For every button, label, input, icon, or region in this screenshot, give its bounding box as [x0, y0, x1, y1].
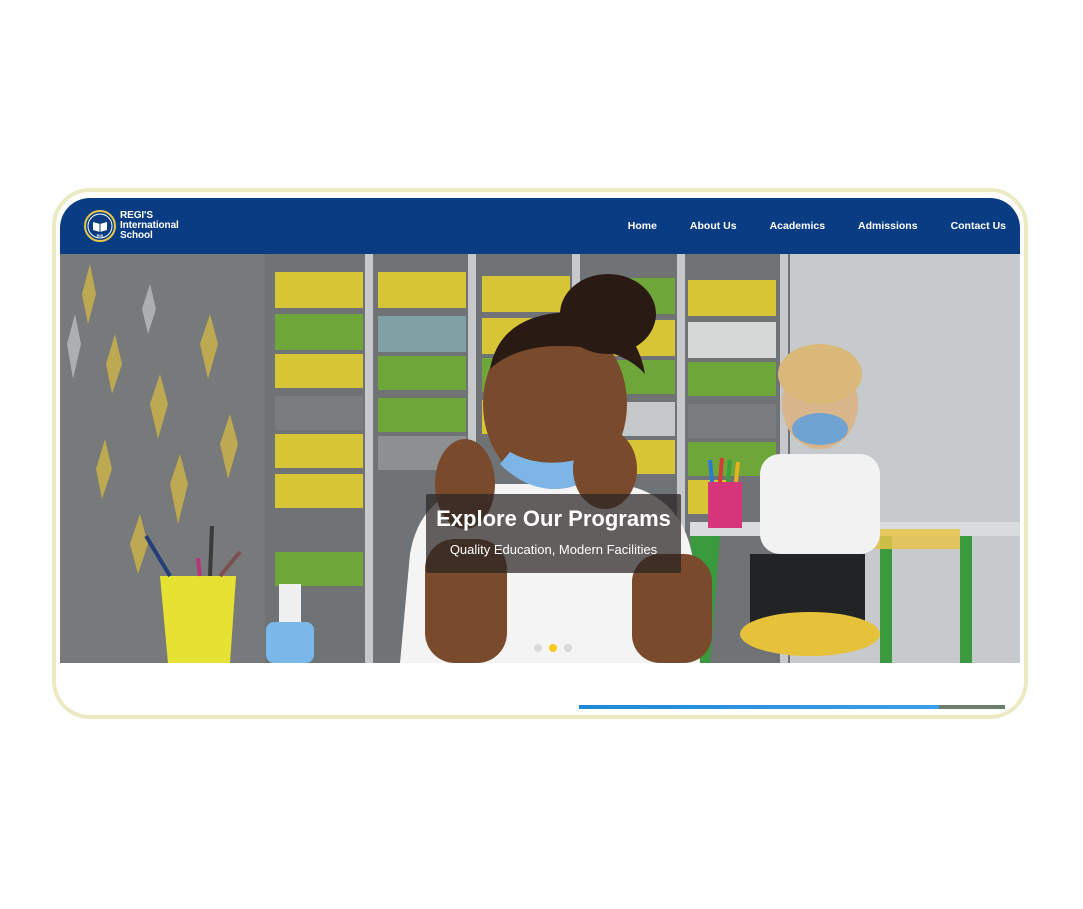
nav-home[interactable]: Home	[628, 220, 657, 232]
hero-caption: Explore Our Programs Quality Education, …	[426, 494, 681, 573]
section-accent-bar-tail	[939, 705, 1005, 709]
carousel-dot-3[interactable]	[564, 644, 572, 652]
main-nav: Home About Us Academics Admissions Conta…	[628, 220, 1006, 232]
nav-academics[interactable]: Academics	[770, 220, 825, 232]
hero-title: Explore Our Programs	[436, 506, 671, 531]
book-emblem-icon: RIS	[84, 210, 116, 242]
nav-about-us[interactable]: About Us	[690, 220, 737, 232]
hero-carousel: Explore Our Programs Quality Education, …	[60, 254, 1020, 663]
site-header: RIS REGI'S International School Home Abo…	[60, 198, 1020, 254]
carousel-indicators	[534, 644, 579, 652]
brand-line-3: School	[120, 230, 153, 241]
nav-admissions[interactable]: Admissions	[858, 220, 918, 232]
section-accent-bar	[579, 705, 939, 709]
brand-logo-link[interactable]: RIS REGI'S International School	[84, 210, 179, 242]
brand-name: REGI'S International School	[120, 211, 179, 241]
hero-subtitle: Quality Education, Modern Facilities	[449, 542, 658, 557]
carousel-dot-1[interactable]	[534, 644, 542, 652]
device-frame: RIS REGI'S International School Home Abo…	[52, 188, 1028, 719]
nav-contact-us[interactable]: Contact Us	[951, 220, 1006, 232]
next-section-peek	[60, 663, 1020, 714]
logo-badge-text: RIS	[97, 233, 104, 238]
browser-viewport: RIS REGI'S International School Home Abo…	[60, 198, 1020, 714]
hero-image	[60, 254, 1020, 663]
carousel-dot-2[interactable]	[549, 644, 557, 652]
